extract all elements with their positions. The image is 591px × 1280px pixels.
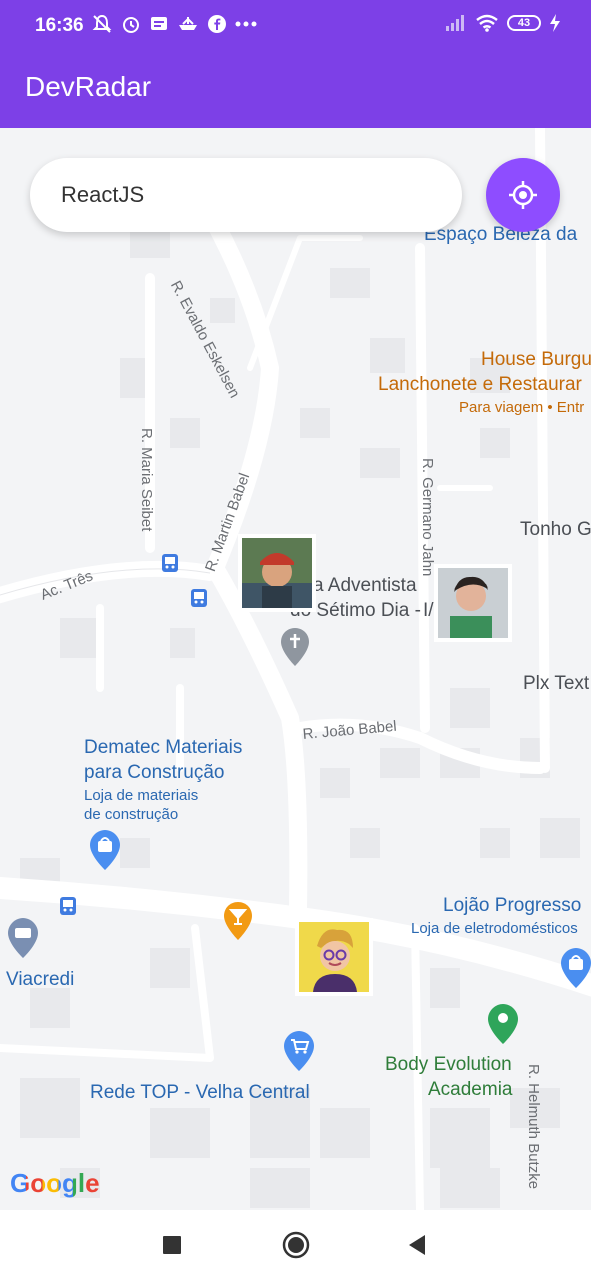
message-icon (151, 17, 167, 30)
poi-label: Lanchonete e Restaurar (378, 374, 582, 395)
status-bar: 16:36 43 (0, 0, 591, 54)
poi-label: Academia (428, 1079, 513, 1100)
dev-avatar-young (438, 568, 508, 638)
alarm-icon (123, 17, 139, 33)
poi-label: Viacredi (6, 969, 75, 990)
street-label: R. Maria Seibet (138, 428, 155, 532)
bus-stop-icon[interactable] (162, 554, 178, 572)
location-pin-icon[interactable] (488, 1004, 518, 1044)
signal-icon (446, 15, 464, 31)
app-title: DevRadar (25, 71, 152, 102)
map-view[interactable]: R. Evaldo Eskelsen R. Maria Seibet R. Ma… (0, 128, 591, 1210)
status-time: 16:36 (35, 15, 84, 36)
poi-category: de construção (84, 806, 179, 823)
poi-label: a Adventista (313, 575, 417, 596)
poi-label: Lojão Progresso (443, 895, 582, 916)
my-location-icon (509, 181, 537, 209)
poi-label: Espaço Beleza da (424, 224, 578, 245)
poi-category: Loja de materiais (84, 787, 199, 804)
dev-marker-avatar[interactable] (295, 918, 373, 996)
search-input[interactable] (61, 182, 421, 208)
search-bar[interactable] (30, 158, 462, 232)
dev-avatar-cap (242, 538, 312, 608)
boat-icon (179, 17, 197, 30)
church-pin-icon[interactable] (281, 628, 309, 666)
poi-category: Para viagem • Entr (459, 399, 585, 416)
poi-category: Loja de eletrodomésticos (411, 920, 578, 937)
poi-label: para Construção (84, 762, 225, 783)
charging-icon (550, 14, 560, 32)
battery-icon: 43 (507, 15, 541, 31)
shopping-bag-pin-icon[interactable] (561, 948, 591, 988)
dev-marker-avatar[interactable] (434, 564, 512, 642)
recents-button[interactable] (163, 1236, 181, 1254)
google-logo: Google (10, 1168, 100, 1199)
poi-label: Rede TOP - Velha Central (90, 1082, 310, 1103)
street-label: R. Germano Jahn (419, 458, 436, 577)
bus-stop-icon[interactable] (60, 897, 76, 915)
poi-label: Body Evolution (385, 1054, 512, 1075)
app-bar: DevRadar (0, 54, 591, 128)
bar-pin-icon[interactable] (224, 902, 252, 940)
back-button[interactable] (407, 1234, 427, 1256)
system-nav-bar (0, 1210, 591, 1280)
google-logo-text: Google (10, 1168, 100, 1198)
dev-marker-avatar[interactable] (238, 534, 316, 612)
poi-label: Plx Text (523, 673, 590, 694)
shopping-bag-pin-icon[interactable] (90, 830, 120, 870)
bank-pin-icon[interactable] (8, 918, 38, 958)
facebook-icon (208, 15, 226, 33)
locate-button[interactable] (486, 158, 560, 232)
poi-label: Tonho G (520, 519, 591, 540)
bus-stop-icon[interactable] (191, 589, 207, 607)
dev-avatar-cartoon (299, 922, 369, 992)
home-button[interactable] (282, 1231, 310, 1259)
poi-label: House Burgu (481, 349, 591, 370)
battery-level: 43 (517, 17, 531, 29)
wifi-icon (476, 14, 498, 32)
poi-label: Dematec Materiais (84, 737, 243, 758)
shopping-cart-pin-icon[interactable] (284, 1031, 314, 1071)
poi-label: I/ (423, 600, 434, 621)
mute-icon (92, 14, 112, 33)
more-icon (235, 21, 257, 27)
street-label: R. Helmuth Butzke (525, 1064, 542, 1190)
